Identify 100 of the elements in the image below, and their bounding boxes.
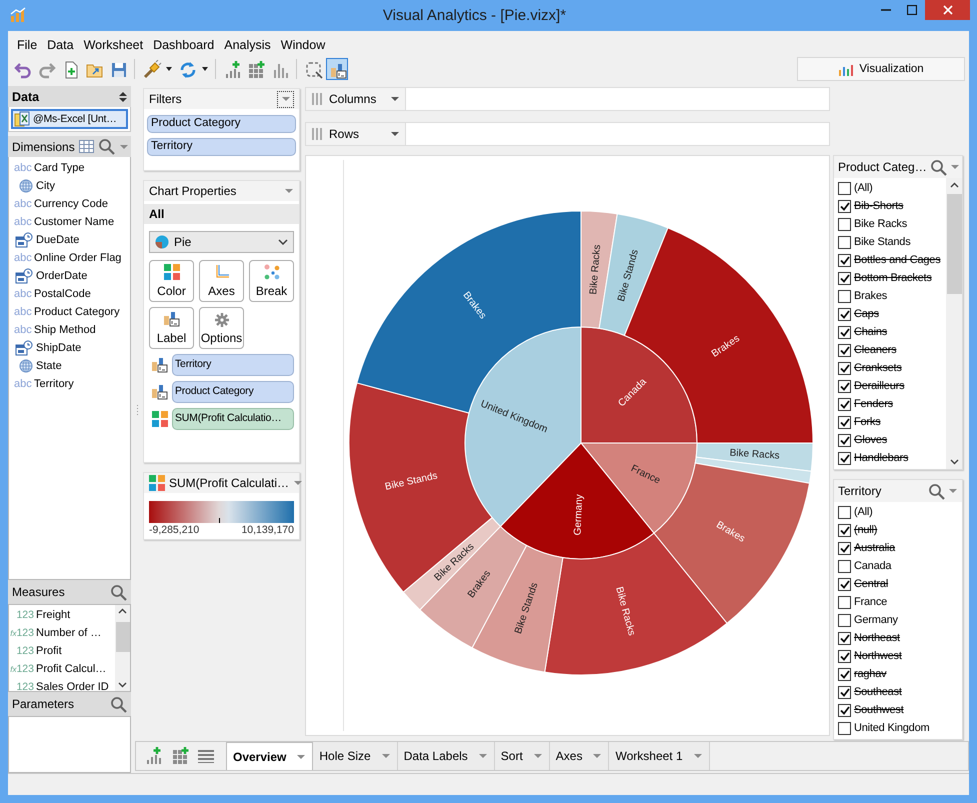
checkbox[interactable] [838, 362, 851, 374]
checkbox[interactable] [838, 398, 851, 410]
measure-item[interactable]: 123 Profit [9, 642, 62, 660]
measure-item[interactable]: 123 Freight [9, 606, 70, 624]
dimension-item[interactable]: abc Territory [9, 375, 74, 393]
dimension-item[interactable]: State [9, 357, 62, 375]
checkbox[interactable] [838, 290, 851, 302]
dropdown-button[interactable] [277, 90, 294, 108]
search-icon[interactable] [930, 158, 947, 176]
checkbox[interactable] [838, 218, 851, 230]
measure-item[interactable]: fx123 Number of … [9, 624, 102, 642]
sort-arrows-icon[interactable] [119, 90, 127, 102]
checkbox[interactable] [838, 236, 851, 248]
add-grid-icon[interactable] [171, 746, 191, 766]
list-icon[interactable] [198, 749, 214, 763]
dimension-item[interactable]: abc Online Order Flag [9, 249, 122, 267]
checkbox[interactable] [838, 650, 851, 662]
sheet-tab[interactable]: Worksheet 1 [609, 742, 710, 770]
shelf-drop-field[interactable] [405, 122, 830, 146]
scroll-up-icon[interactable] [950, 182, 958, 188]
checkbox[interactable] [838, 434, 851, 446]
checkbox[interactable] [838, 632, 851, 644]
menu-item[interactable]: Data [42, 38, 79, 54]
property-button[interactable]: Options [199, 307, 244, 349]
property-button[interactable]: Color [149, 260, 194, 302]
sheet-tab[interactable]: Sort [494, 742, 550, 770]
shelf-label[interactable]: Rows [305, 122, 406, 146]
sheet-tab[interactable]: Hole Size [313, 742, 398, 770]
scroll-down-icon[interactable] [950, 459, 958, 465]
dimension-item[interactable]: ShipDate [9, 339, 82, 357]
menu-item[interactable]: File [12, 38, 42, 54]
checkbox[interactable] [838, 452, 851, 464]
dimension-item[interactable]: City [9, 177, 55, 195]
filter-pill[interactable]: Territory [147, 138, 296, 156]
shelf-label[interactable]: Columns [305, 87, 406, 111]
checkbox[interactable] [838, 542, 851, 554]
measure-item[interactable]: fx123 Profit Calcul… [9, 660, 106, 678]
dimension-item[interactable]: abc PostalCode [9, 285, 91, 303]
visualization-button[interactable]: Visualization [797, 56, 965, 80]
checkbox[interactable] [838, 668, 851, 680]
menu-item[interactable]: Analysis [219, 38, 276, 54]
checkbox[interactable] [838, 308, 851, 320]
field-pill[interactable]: SUM(Profit Calculatio… [172, 408, 294, 430]
checkbox[interactable] [838, 254, 851, 266]
scrollbar[interactable] [115, 605, 130, 691]
menu-item[interactable]: Dashboard [148, 38, 220, 54]
shelf-drop-field[interactable] [405, 87, 830, 111]
measure-item[interactable]: 123 Sales Order ID [9, 678, 109, 691]
table-icon[interactable] [78, 140, 94, 153]
sheet-tab[interactable]: Axes [550, 742, 610, 770]
checkbox[interactable] [838, 344, 851, 356]
scroll-down-icon[interactable] [118, 682, 127, 688]
sheet-tab[interactable]: Overview [226, 742, 314, 770]
dimension-item[interactable]: abc Ship Method [9, 321, 96, 339]
filter-pill[interactable]: Product Category [147, 115, 296, 133]
checkbox[interactable] [838, 506, 851, 518]
caret-icon[interactable] [164, 64, 174, 72]
field-pill[interactable]: Territory [172, 354, 294, 376]
chart-type-dropdown[interactable]: Pie [149, 231, 294, 253]
checkbox[interactable] [838, 416, 851, 428]
checkbox[interactable] [838, 596, 851, 608]
menu-item[interactable]: Worksheet [78, 38, 148, 54]
data-source-item[interactable]: @Ms-Excel [Unt… [11, 109, 128, 129]
checkbox[interactable] [838, 704, 851, 716]
color-squares-icon [164, 264, 180, 280]
search-icon[interactable] [110, 696, 127, 712]
checkbox[interactable] [838, 200, 851, 212]
menu-item[interactable]: Window [276, 38, 330, 54]
checkbox[interactable] [838, 524, 851, 536]
property-button[interactable]: Break [249, 260, 294, 302]
property-button[interactable]: Axes [199, 260, 244, 302]
field-pill[interactable]: Product Category [172, 381, 294, 403]
scrollbar[interactable] [946, 178, 962, 469]
scrollbar-thumb[interactable] [116, 622, 130, 652]
checkbox[interactable] [838, 380, 851, 392]
property-button[interactable]: Label [149, 307, 194, 349]
add-chart-icon[interactable] [144, 746, 164, 766]
checkbox[interactable] [838, 272, 851, 284]
dimension-item[interactable]: abc Customer Name [9, 213, 114, 231]
dimension-item[interactable]: abc Card Type [9, 159, 85, 177]
sheet-tab[interactable]: Data Labels [398, 742, 495, 770]
checkbox[interactable] [838, 182, 851, 194]
dimension-item[interactable]: DueDate [9, 231, 80, 249]
checkbox[interactable] [838, 614, 851, 626]
close-button[interactable] [925, 0, 970, 20]
checkbox[interactable] [838, 578, 851, 590]
dimension-item[interactable]: abc Product Category [9, 303, 120, 321]
caret-icon[interactable] [200, 64, 210, 72]
search-icon[interactable] [98, 138, 115, 155]
scroll-up-icon[interactable] [118, 608, 127, 614]
scrollbar-thumb[interactable] [946, 194, 962, 294]
checkbox[interactable] [838, 326, 851, 338]
toolbar-button[interactable] [326, 58, 348, 80]
dimension-item[interactable]: abc Currency Code [9, 195, 108, 213]
checkbox[interactable] [838, 686, 851, 698]
search-icon[interactable] [110, 584, 127, 600]
checkbox[interactable] [838, 722, 851, 734]
dimension-item[interactable]: OrderDate [9, 267, 88, 285]
checkbox[interactable] [838, 560, 851, 572]
search-icon[interactable] [928, 482, 945, 500]
